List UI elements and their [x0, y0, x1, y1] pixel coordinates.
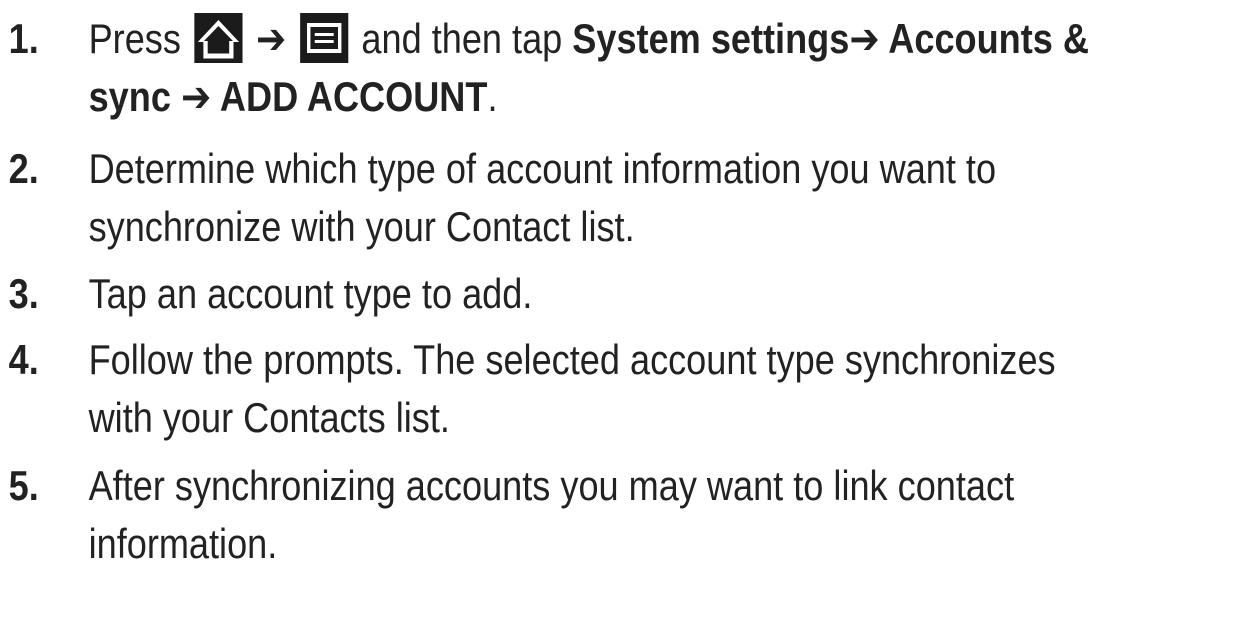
step-line: Press ➔ and then tap System settings➔ Ac… — [89, 10, 1207, 68]
home-icon — [194, 12, 243, 63]
add-account-label: ADD ACCOUNT — [219, 73, 488, 120]
step-line: information. — [88, 520, 278, 567]
step-line: Tap an account type to add. — [88, 270, 533, 317]
accounts-sync-label-part1: Accounts & — [888, 15, 1089, 62]
step-line: After synchronizing accounts you may wan… — [88, 462, 1015, 509]
step-line: Determine which type of account informat… — [88, 145, 997, 192]
step-line: Follow the prompts. The selected account… — [88, 336, 1056, 383]
system-settings-label: System settings — [572, 15, 850, 62]
step-number: 1. — [8, 15, 39, 62]
step-line: synchronize with your Contact list. — [88, 203, 635, 250]
step-number: 5. — [8, 462, 39, 509]
step-number: 2. — [8, 145, 39, 192]
step-text: After synchronizing accounts you may wan… — [89, 457, 1207, 573]
period-text: . — [487, 73, 498, 120]
menu-icon — [299, 12, 348, 63]
step-number: 4. — [8, 336, 39, 383]
step-line: sync ➔ ADD ACCOUNT. — [89, 68, 1207, 126]
instruction-page: 1. Press ➔ and then tap System settings➔… — [0, 0, 1233, 633]
step-line: with your Contacts list. — [88, 394, 450, 441]
step-text: Tap an account type to add. — [89, 265, 1207, 323]
arrow-icon: ➔ — [245, 15, 297, 62]
arrow-icon: ➔ — [170, 73, 220, 120]
accounts-sync-label-part2: sync — [88, 73, 171, 120]
step-number: 3. — [8, 270, 39, 317]
step-text: Determine which type of account informat… — [89, 140, 1207, 256]
press-text: Press — [88, 15, 191, 62]
step-text: Follow the prompts. The selected account… — [89, 331, 1207, 447]
step-text: Press ➔ and then tap System settings➔ Ac… — [89, 10, 1207, 126]
then-tap-text: and then tap — [351, 15, 573, 62]
arrow-icon: ➔ — [849, 15, 889, 62]
